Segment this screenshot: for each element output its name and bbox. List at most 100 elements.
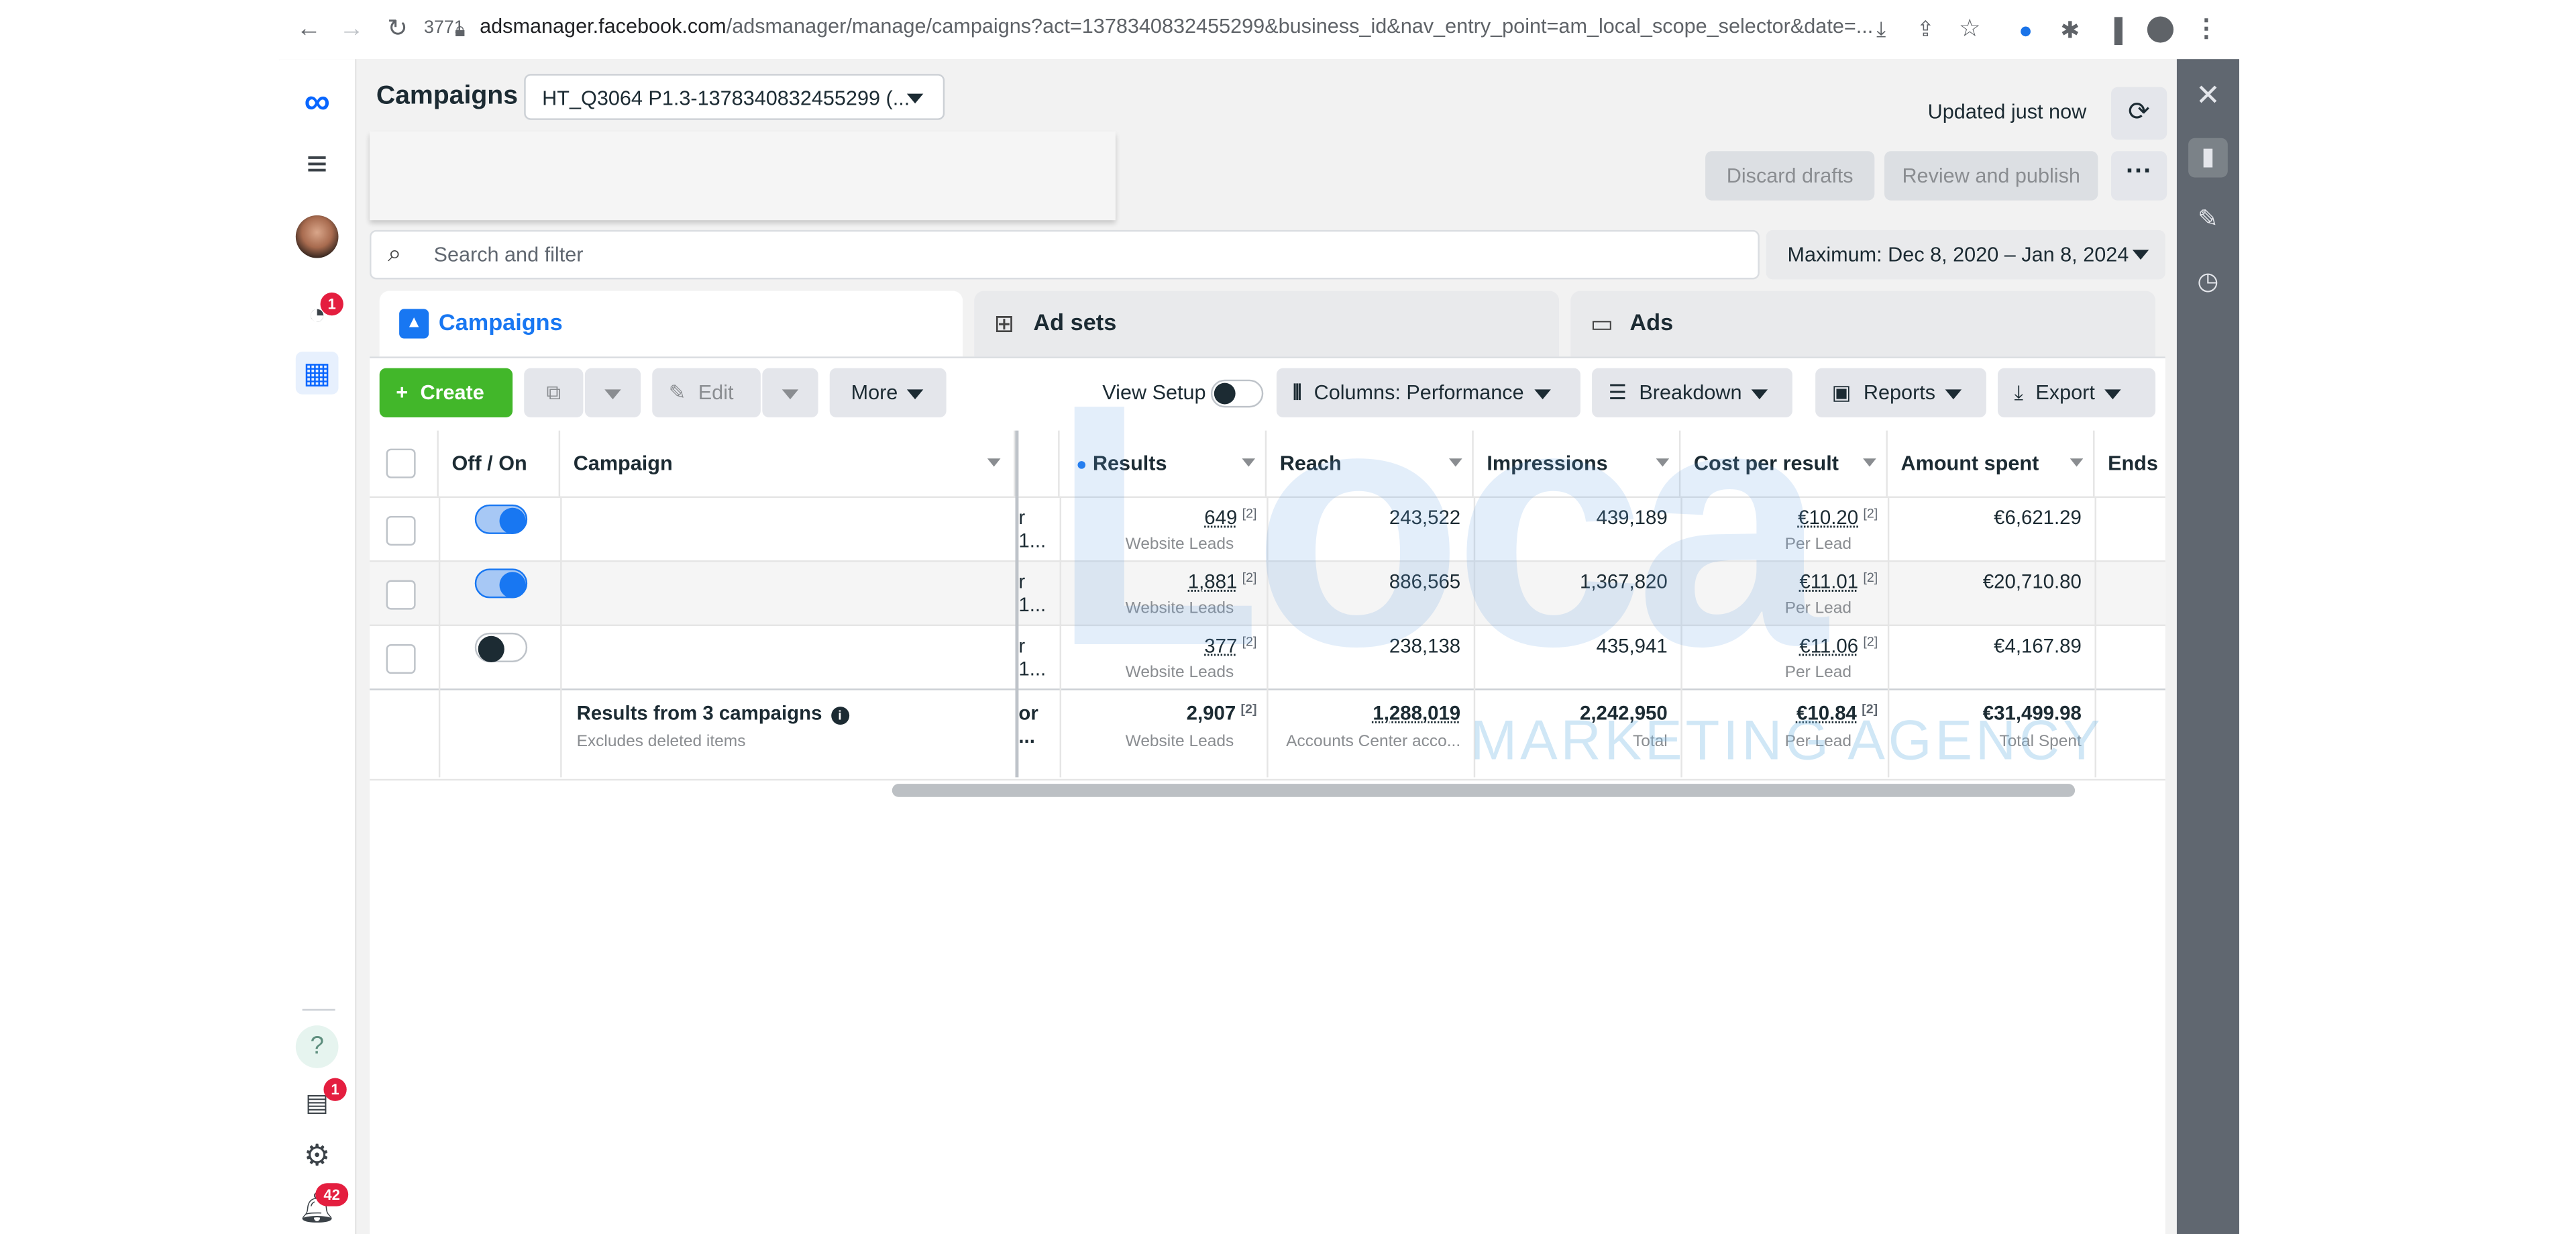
footnote-mark: [2] [1863, 506, 1878, 521]
discard-drafts-button[interactable]: Discard drafts [1705, 151, 1875, 201]
sort-icon [987, 458, 1001, 467]
campaigns-table-icon[interactable]: ▦ [295, 352, 339, 395]
tab-campaigns[interactable]: ▲ Campaigns [379, 291, 963, 357]
tab-ad-sets[interactable]: ⊞ Ad sets [974, 291, 1560, 357]
column-divider [438, 496, 441, 778]
results-value: 377 [1204, 634, 1238, 658]
forward-icon[interactable]: → [335, 13, 368, 46]
tab-ads[interactable]: ▭ Ads [1570, 291, 2156, 357]
pencil-icon[interactable]: ✎ [2188, 201, 2228, 240]
meta-logo-icon[interactable]: ∞ [296, 81, 339, 123]
chevron-down-icon [1534, 389, 1550, 399]
reports-button[interactable]: ▣ Reports [1815, 368, 1986, 418]
cpr-cell[interactable]: €11.06 [2] [1680, 634, 1878, 657]
close-icon[interactable]: ✕ [2188, 76, 2228, 115]
column-header-reach[interactable]: Reach [1267, 430, 1474, 497]
cpr-value: €11.01 [1799, 570, 1859, 594]
cpr-value: €11.06 [1799, 634, 1859, 658]
notification-badge: 1 [320, 292, 343, 316]
refresh-button[interactable]: ⟳ [2110, 87, 2167, 140]
results-cell[interactable]: 649 [2] [1060, 506, 1256, 529]
summary-results-sub: Website Leads [1125, 733, 1234, 752]
column-header-ends[interactable]: Ends [2094, 431, 2165, 497]
create-button[interactable]: + Create [379, 368, 513, 418]
edit-dropdown-button[interactable] [762, 368, 818, 418]
puzzle-icon[interactable]: ✱ [2053, 13, 2086, 46]
cpr-cell[interactable]: €10.20 [2] [1680, 506, 1878, 529]
pencil-icon: ✎ [668, 381, 686, 405]
profile-icon[interactable] [2144, 13, 2177, 46]
right-side-panel: ✕ ▮ ✎ ◷ [2176, 59, 2239, 1234]
summary-cpr[interactable]: €10.84 [2] [1680, 702, 1878, 725]
chevron-down-icon [908, 389, 924, 399]
results-cell[interactable]: 1,881 [2] [1060, 570, 1257, 593]
help-icon[interactable]: ? [295, 1025, 339, 1068]
column-header-amount-spent[interactable]: Amount spent [1888, 430, 2095, 497]
account-selector[interactable]: HT_Q3064 P1.3-1378340832455299 (... [524, 74, 945, 120]
duplicate-dropdown-button[interactable] [584, 368, 641, 418]
campaign-toggle[interactable] [474, 568, 528, 599]
campaign-toggle[interactable] [474, 632, 528, 662]
history-clock-icon[interactable]: ◷ [2188, 263, 2228, 303]
search-bar[interactable]: ⌕ Search and filter [370, 229, 1760, 280]
horizontal-scrollbar[interactable] [892, 784, 2076, 797]
column-header-results[interactable]: ● Results [1060, 430, 1267, 497]
more-options-button[interactable]: ··· [2110, 151, 2167, 201]
bookmark-star-icon[interactable]: ☆ [1953, 13, 1986, 46]
tab-campaigns-label: Campaigns [438, 309, 563, 336]
kebab-menu-icon[interactable]: ⋮ [2190, 13, 2223, 46]
column-header-cost-per-result[interactable]: Cost per result [1680, 430, 1888, 497]
columns-button[interactable]: ⫴ Columns: Performance [1276, 368, 1580, 418]
more-label: More [851, 381, 898, 405]
column-header-off-on[interactable]: Off / On [439, 430, 561, 497]
column-header-campaign[interactable]: Campaign [560, 430, 1016, 497]
address-bar[interactable]: adsmanager.facebook.com/adsmanager/manag… [480, 15, 1873, 38]
duplicate-button[interactable]: ⧉ [524, 368, 584, 418]
cpr-sub: Per Lead [1784, 664, 1852, 682]
breakdown-button[interactable]: ☰ Breakdown [1592, 368, 1792, 418]
side-panel-icon[interactable]: ▐ [2098, 13, 2131, 46]
settings-gear-icon[interactable]: ⚙ [296, 1134, 339, 1177]
reload-icon[interactable]: ↻ [381, 13, 414, 46]
back-icon[interactable]: ← [292, 13, 325, 46]
more-button[interactable]: More [829, 368, 947, 418]
avatar[interactable] [295, 215, 339, 258]
sort-icon [1656, 458, 1670, 467]
reports-icon: ▣ [1831, 381, 1851, 405]
cpr-value: €10.20 [1798, 506, 1859, 529]
column-divider [1680, 496, 1682, 778]
breakdown-label: Breakdown [1639, 381, 1742, 405]
export-button[interactable]: ⤓ Export [1997, 368, 2156, 418]
summary-spent: €31,499.98 [1982, 701, 2082, 725]
hamburger-menu-icon[interactable]: ≡ [296, 143, 339, 186]
footnote-mark: [2] [1863, 570, 1878, 585]
column-divider [1267, 496, 1269, 778]
truncated-cell: or ... [1018, 701, 1038, 748]
summary-cpr-value: €10.84 [1796, 701, 1857, 725]
row-checkbox[interactable] [386, 515, 416, 546]
row-checkbox[interactable] [386, 580, 416, 610]
review-publish-button[interactable]: Review and publish [1884, 151, 2098, 201]
info-icon[interactable]: i [830, 707, 849, 725]
date-range-picker[interactable]: Maximum: Dec 8, 2020 – Jan 8, 2024 [1766, 229, 2165, 280]
results-cell[interactable]: 377 [2] [1060, 634, 1256, 658]
view-setup-toggle[interactable] [1210, 379, 1264, 408]
row-checkbox[interactable] [386, 644, 416, 674]
edit-button[interactable]: ✎ Edit [652, 368, 761, 418]
lock-icon[interactable]: 🔒︎ [443, 13, 476, 46]
cpr-cell[interactable]: €11.01 [2] [1680, 570, 1878, 593]
chevron-down-icon [1945, 389, 1962, 399]
share-icon[interactable]: ⇪ [1909, 13, 1942, 46]
results-sub: Website Leads [1125, 535, 1234, 554]
install-icon[interactable]: ⤓ [1865, 13, 1898, 46]
summary-reach[interactable]: 1,288,019 [1267, 702, 1460, 725]
search-placeholder: Search and filter [433, 243, 584, 266]
column-divider [1473, 496, 1476, 778]
chart-icon[interactable]: ▮ [2188, 138, 2228, 178]
column-header-impressions[interactable]: Impressions [1474, 430, 1681, 497]
ad-sets-grid-icon: ⊞ [994, 310, 1015, 339]
impressions-cell: 435,941 [1596, 634, 1668, 658]
campaign-toggle[interactable] [474, 504, 528, 534]
extension-icon[interactable]: ● [2009, 13, 2042, 46]
select-all-checkbox[interactable] [386, 448, 416, 478]
